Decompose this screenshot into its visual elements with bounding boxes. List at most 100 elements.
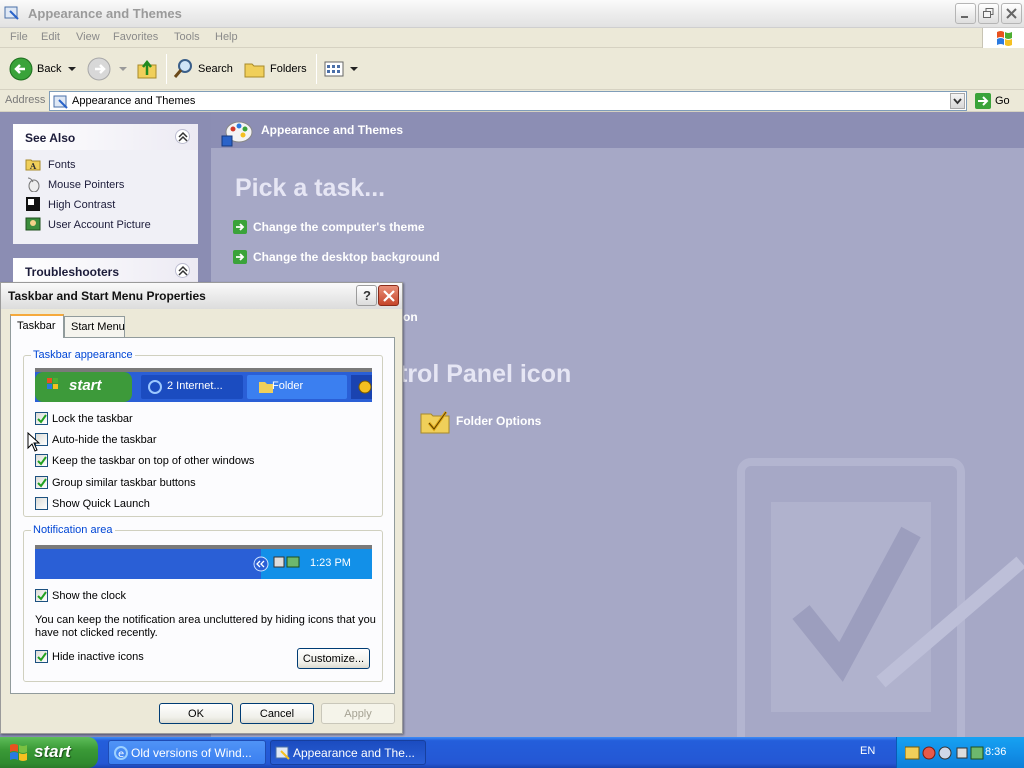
taskbar-item-old-versions[interactable]: e Old versions of Wind... (108, 740, 266, 765)
collapse-button[interactable] (175, 263, 190, 278)
see-also-mouse-pointers[interactable]: Mouse Pointers (25, 176, 124, 194)
windows-taskbar: start e Old versions of Wind... Appearan… (0, 737, 1024, 768)
menu-help[interactable]: Help (215, 31, 238, 43)
close-icon (1006, 8, 1017, 19)
troubleshooters-header[interactable]: Troubleshooters (13, 258, 198, 284)
taskbar-appearance-legend: Taskbar appearance (31, 349, 135, 361)
preview-item-folder: Folder (272, 380, 304, 392)
mouse-icon (27, 177, 40, 193)
checkmark-icon (37, 456, 47, 466)
taskbar-item-appearance[interactable]: Appearance and The... (270, 740, 426, 765)
see-also-header[interactable]: See Also (13, 124, 198, 150)
minimize-button[interactable] (955, 3, 976, 24)
notification-note: You can keep the notification area unclu… (35, 614, 376, 639)
up-folder-button[interactable] (136, 55, 162, 83)
see-also-user-account-picture[interactable]: User Account Picture (25, 216, 151, 234)
watermark-graphic (737, 458, 1024, 737)
menu-favorites[interactable]: Favorites (113, 31, 158, 43)
up-folder-icon (137, 59, 157, 79)
address-bar: Address Appearance and Themes Go (0, 90, 1024, 112)
user-picture-icon (25, 217, 41, 231)
forward-button[interactable] (86, 55, 127, 83)
cancel-button[interactable]: Cancel (240, 703, 314, 724)
checkmark-icon (37, 652, 47, 662)
start-button[interactable]: start (0, 737, 98, 768)
notification-area-group: Notification area 1:23 PM Show the clock… (23, 524, 383, 682)
double-chevron-up-icon (178, 131, 188, 142)
chevron-down-icon (953, 98, 962, 105)
windows-flag-icon (10, 744, 27, 761)
tray-shield-icon (938, 746, 952, 760)
see-also-panel: See Also A Fonts Mouse Pointers High Con… (13, 124, 198, 244)
taskbar-properties-dialog: Taskbar and Start Menu Properties ? Task… (0, 282, 403, 734)
tab-start-menu[interactable]: Start Menu (64, 316, 125, 337)
task-arrow-icon (233, 220, 247, 234)
search-icon (173, 59, 192, 78)
maximize-button[interactable] (978, 3, 999, 24)
address-input[interactable]: Appearance and Themes (49, 91, 967, 111)
folders-icon (244, 63, 265, 78)
folders-button[interactable]: Folders (243, 55, 309, 83)
taskbar-clock[interactable]: 8:36 (985, 746, 1006, 758)
checkmark-icon (37, 591, 47, 601)
taskbar-preview: start 2 Internet... Folder (35, 368, 372, 404)
notification-preview: 1:23 PM (35, 545, 372, 581)
address-dropdown-button[interactable] (950, 93, 965, 109)
apply-button[interactable]: Apply (321, 703, 395, 724)
control-panel-icon (4, 6, 19, 20)
tray-update-icon (970, 746, 984, 760)
category-header: Appearance and Themes (211, 112, 1024, 148)
collapse-button[interactable] (175, 129, 190, 144)
menu-file[interactable]: File (10, 31, 28, 43)
taskbar-appearance-group: Taskbar appearance start 2 Internet... F… (23, 349, 383, 517)
views-button[interactable] (322, 55, 358, 83)
svg-text:e: e (118, 749, 124, 760)
see-also-high-contrast[interactable]: High Contrast (25, 196, 115, 214)
appearance-themes-icon (221, 121, 253, 147)
chevron-down-icon (119, 67, 127, 71)
control-panel-icon (53, 95, 68, 109)
tab-taskbar[interactable]: Taskbar (10, 314, 64, 338)
folder-options-icon (420, 411, 450, 434)
menu-view[interactable]: View (76, 31, 100, 43)
preview-start-label: start (69, 377, 102, 394)
tray-network-icon (922, 746, 936, 760)
system-tray: 8:36 (896, 737, 1024, 768)
menu-bar: File Edit View Favorites Tools Help (0, 28, 1024, 48)
troubleshooters-panel: Troubleshooters (13, 258, 198, 284)
close-window-button[interactable] (1001, 3, 1022, 24)
dialog-titlebar: Taskbar and Start Menu Properties ? (1, 283, 402, 309)
mouse-cursor-icon (27, 432, 41, 452)
menu-tools[interactable]: Tools (174, 31, 200, 43)
internet-explorer-icon: e (114, 746, 128, 760)
tray-app-icon (905, 746, 920, 760)
customize-button[interactable]: Customize... (297, 648, 370, 669)
menu-edit[interactable]: Edit (41, 31, 60, 43)
tray-icons (905, 746, 984, 760)
back-button[interactable]: Back (8, 55, 80, 83)
forward-arrow-icon (87, 57, 111, 81)
window-titlebar: Appearance and Themes (0, 0, 1024, 28)
pick-task-heading: Pick a task... (235, 174, 386, 202)
address-label: Address (5, 94, 46, 106)
search-button[interactable]: Search (172, 55, 236, 83)
help-button[interactable]: ? (356, 285, 377, 306)
folder-options-link[interactable]: Folder Options (419, 406, 639, 436)
address-value: Appearance and Themes (72, 95, 196, 107)
tray-volume-icon (956, 747, 968, 759)
close-icon (383, 290, 395, 302)
double-chevron-up-icon (178, 265, 188, 276)
taskbar-tab-page: Taskbar appearance start 2 Internet... F… (10, 337, 395, 694)
go-button[interactable]: Go (972, 92, 1022, 110)
windows-flag-icon (997, 31, 1012, 46)
checkmark-icon (37, 414, 47, 424)
control-panel-icon-heading: trol Panel icon (399, 360, 572, 388)
restore-icon (983, 8, 994, 18)
fonts-folder-icon: A (25, 159, 41, 171)
ok-button[interactable]: OK (159, 703, 233, 724)
dialog-close-button[interactable] (378, 285, 399, 306)
chevron-down-icon (68, 67, 76, 71)
language-indicator[interactable]: EN (860, 745, 875, 757)
see-also-fonts[interactable]: A Fonts (25, 156, 76, 174)
standard-toolbar: Back Search Folders (0, 48, 1024, 90)
